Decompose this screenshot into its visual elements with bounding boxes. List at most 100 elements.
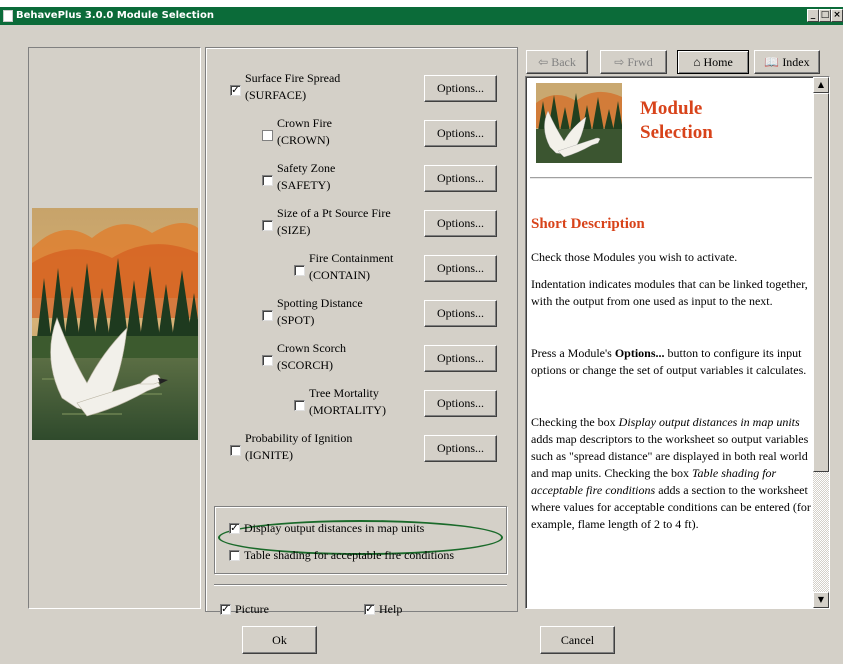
- scorch-code: (SCORCH): [277, 358, 334, 372]
- ignite-options-button[interactable]: Options...: [424, 435, 497, 462]
- ignite-name: Probability of Ignition: [245, 431, 353, 445]
- table-shading-checkbox[interactable]: [229, 550, 240, 561]
- ignite-code: (IGNITE): [245, 448, 293, 462]
- mortality-checkbox[interactable]: [294, 400, 305, 411]
- size-checkbox[interactable]: [262, 220, 273, 231]
- forward-arrow-icon: ⇨: [614, 55, 625, 69]
- maximize-button[interactable]: □: [819, 9, 831, 22]
- help-p4-italic: Display output distances in map units: [618, 415, 800, 429]
- help-view[interactable]: Module Selection Short Description Check…: [525, 76, 830, 609]
- close-button[interactable]: ×: [831, 9, 843, 22]
- help-panel: ⇦ Back ⇨ Frwd ⌂ Home 📖 Index Module Sele…: [523, 47, 833, 612]
- help-paragraph-2: Indentation indicates modules that can b…: [531, 277, 808, 308]
- help-option[interactable]: ✓ Help: [364, 602, 402, 617]
- minimize-button[interactable]: _: [807, 9, 819, 22]
- module-spot[interactable]: Spotting Distance (SPOT): [262, 295, 363, 329]
- ok-button[interactable]: Ok: [242, 626, 317, 654]
- contain-code: (CONTAIN): [309, 268, 371, 282]
- safety-code: (SAFETY): [277, 178, 331, 192]
- help-paragraph-3: Press a Module's Options... button to co…: [531, 345, 815, 379]
- help-p3-bold: Options...: [614, 346, 665, 360]
- help-divider: [530, 177, 812, 179]
- size-name: Size of a Pt Source Fire: [277, 206, 391, 220]
- mortality-code: (MORTALITY): [309, 403, 386, 417]
- module-safety[interactable]: Safety Zone (SAFETY): [262, 160, 335, 194]
- swan-picture: [32, 208, 198, 440]
- crown-code: (CROWN): [277, 133, 330, 147]
- module-size[interactable]: Size of a Pt Source Fire (SIZE): [262, 205, 391, 239]
- home-button[interactable]: ⌂ Home: [677, 50, 749, 74]
- safety-checkbox[interactable]: [262, 175, 273, 186]
- module-mortality[interactable]: Tree Mortality (MORTALITY): [294, 385, 386, 419]
- help-checkbox[interactable]: ✓: [364, 604, 375, 615]
- scroll-up-button[interactable]: ▲: [813, 77, 829, 93]
- back-label: Back: [551, 55, 576, 69]
- module-scorch[interactable]: Crown Scorch (SCORCH): [262, 340, 346, 374]
- scroll-thumb[interactable]: [813, 93, 829, 472]
- display-options-group: ✓ Display output distances in map units …: [214, 506, 507, 574]
- help-paragraph-4: Checking the box Display output distance…: [531, 414, 815, 533]
- surface-code: (SURFACE): [245, 88, 307, 102]
- index-button[interactable]: 📖 Index: [754, 50, 820, 74]
- help-p4-text: Checking the box: [531, 415, 619, 429]
- module-ignite[interactable]: Probability of Ignition (IGNITE): [230, 430, 352, 464]
- scorch-checkbox[interactable]: [262, 355, 273, 366]
- surface-name: Surface Fire Spread: [245, 71, 341, 85]
- crown-checkbox[interactable]: [262, 130, 273, 141]
- picture-option[interactable]: ✓ Picture: [220, 602, 269, 617]
- spot-options-button[interactable]: Options...: [424, 300, 497, 327]
- scorch-options-button[interactable]: Options...: [424, 345, 497, 372]
- swan-thumbnail: [536, 83, 622, 163]
- help-title-line1: Module: [640, 98, 703, 119]
- help-title: Module Selection: [640, 97, 713, 145]
- back-arrow-icon: ⇦: [538, 55, 549, 69]
- panel-divider: [214, 584, 507, 585]
- crown-options-button[interactable]: Options...: [424, 120, 497, 147]
- contain-name: Fire Containment: [309, 251, 394, 265]
- spot-checkbox[interactable]: [262, 310, 273, 321]
- crown-name: Crown Fire: [277, 116, 332, 130]
- module-panel: ✓ Surface Fire Spread (SURFACE) Options..…: [205, 47, 518, 616]
- module-crown[interactable]: Crown Fire (CROWN): [262, 115, 332, 149]
- home-label: Home: [703, 55, 733, 69]
- map-units-label: Display output distances in map units: [244, 521, 425, 535]
- picture-label: Picture: [235, 602, 269, 616]
- forward-label: Frwd: [627, 55, 653, 69]
- table-shading-label: Table shading for acceptable fire condit…: [244, 548, 455, 562]
- book-icon: 📖: [764, 55, 780, 69]
- picture-panel: [28, 47, 201, 609]
- table-shading-option[interactable]: Table shading for acceptable fire condit…: [229, 548, 454, 563]
- surface-options-button[interactable]: Options...: [424, 75, 497, 102]
- scroll-down-button[interactable]: ▼: [813, 592, 829, 608]
- help-section-heading: Short Description: [531, 216, 645, 232]
- help-scrollbar[interactable]: ▲ ▼: [813, 77, 829, 608]
- cancel-button[interactable]: Cancel: [540, 626, 615, 654]
- contain-checkbox[interactable]: [294, 265, 305, 276]
- spot-name: Spotting Distance: [277, 296, 363, 310]
- index-label: Index: [782, 55, 810, 69]
- map-units-option[interactable]: ✓ Display output distances in map units: [229, 521, 424, 536]
- surface-checkbox[interactable]: ✓: [230, 85, 241, 96]
- contain-options-button[interactable]: Options...: [424, 255, 497, 282]
- help-p3-text: Press a Module's: [531, 346, 615, 360]
- size-options-button[interactable]: Options...: [424, 210, 497, 237]
- safety-name: Safety Zone: [277, 161, 336, 175]
- help-label: Help: [379, 602, 403, 616]
- app-icon: [3, 10, 13, 22]
- spot-code: (SPOT): [277, 313, 315, 327]
- help-paragraph-1: Check those Modules you wish to activate…: [531, 250, 738, 264]
- title-bar-strip: BehavePlus 3.0.0 Module Selection _ □ ×: [0, 7, 843, 25]
- mortality-options-button[interactable]: Options...: [424, 390, 497, 417]
- safety-options-button[interactable]: Options...: [424, 165, 497, 192]
- back-button[interactable]: ⇦ Back: [526, 50, 588, 74]
- forward-button[interactable]: ⇨ Frwd: [600, 50, 667, 74]
- map-units-checkbox[interactable]: ✓: [229, 523, 240, 534]
- picture-checkbox[interactable]: ✓: [220, 604, 231, 615]
- module-contain[interactable]: Fire Containment (CONTAIN): [294, 250, 393, 284]
- mortality-name: Tree Mortality: [309, 386, 379, 400]
- ignite-checkbox[interactable]: [230, 445, 241, 456]
- window-title: BehavePlus 3.0.0 Module Selection: [16, 10, 214, 21]
- module-surface[interactable]: ✓ Surface Fire Spread (SURFACE): [230, 70, 340, 104]
- scorch-name: Crown Scorch: [277, 341, 346, 355]
- dialog-client: ✓ Surface Fire Spread (SURFACE) Options..…: [0, 25, 843, 664]
